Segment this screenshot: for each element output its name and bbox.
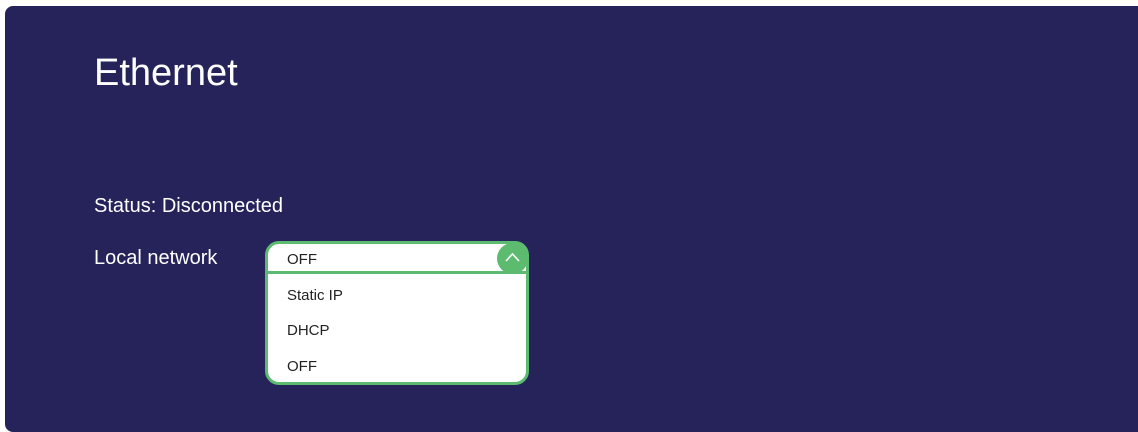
- local-network-dropdown[interactable]: OFF Static IP DHCP OFF: [265, 241, 529, 385]
- selected-option-label: OFF: [287, 251, 317, 268]
- local-network-label: Local network: [94, 247, 218, 269]
- dropdown-selected-value[interactable]: OFF: [268, 243, 528, 274]
- option-off[interactable]: OFF: [287, 358, 317, 376]
- chevron-up-icon[interactable]: [497, 243, 528, 274]
- option-dhcp[interactable]: DHCP: [287, 322, 330, 340]
- status-text: Status: Disconnected: [94, 195, 283, 217]
- ethernet-settings-panel: Ethernet Status: Disconnected Local netw…: [5, 6, 1138, 432]
- page-title: Ethernet: [94, 52, 238, 94]
- option-static-ip[interactable]: Static IP: [287, 287, 343, 305]
